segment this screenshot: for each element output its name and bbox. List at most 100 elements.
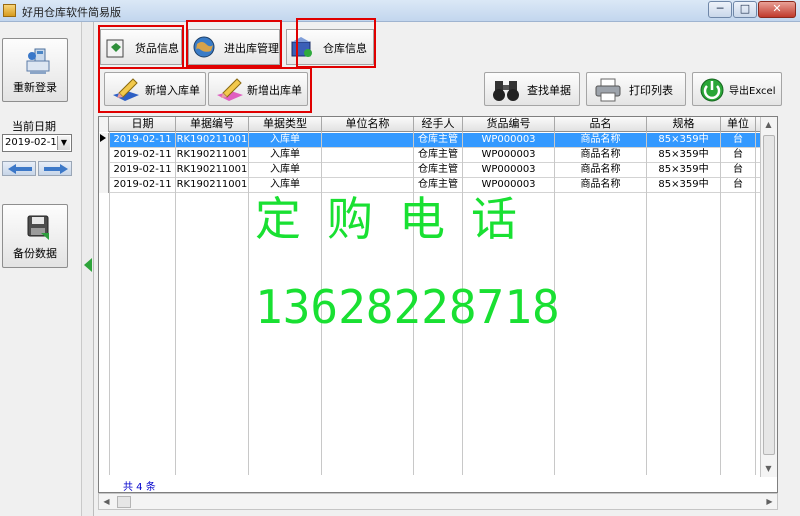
header-indicator: [99, 117, 109, 132]
col-company[interactable]: 单位名称: [322, 117, 414, 132]
cell-handler: 仓库主管: [414, 133, 463, 148]
row-indicator[interactable]: [99, 163, 109, 178]
warehouse-icon: [291, 37, 312, 57]
grid-line: [646, 132, 647, 475]
cell-product-name: 商品名称: [555, 178, 647, 193]
new-inbound-button[interactable]: 新增入库单: [104, 72, 206, 106]
row-indicator[interactable]: [99, 178, 109, 193]
col-doc-number[interactable]: 单据编号: [176, 117, 249, 132]
cell-doc-type: 入库单: [249, 133, 322, 148]
collapse-sidebar-splitter[interactable]: [82, 22, 94, 516]
export-excel-label: 导出Excel: [729, 86, 776, 97]
new-outbound-button[interactable]: 新增出库单: [208, 72, 308, 106]
relogin-icon: [26, 48, 50, 74]
cell-product-name: 商品名称: [555, 148, 647, 163]
arrow-left-icon: [8, 164, 32, 174]
cell-spec: 85×359中: [647, 148, 721, 163]
row-indicator[interactable]: [99, 133, 109, 148]
cell-product-name: 商品名称: [555, 163, 647, 178]
cell-company: [322, 163, 414, 178]
tab-inout-management[interactable]: 进出库管理: [188, 29, 280, 65]
find-document-button[interactable]: 查找单据: [484, 72, 580, 106]
grid-header: 日期 单据编号 单据类型 单位名称 经手人 货品编号 品名 规格 单位 单: [99, 117, 777, 132]
date-value: 2019-02-11: [5, 137, 64, 148]
arrow-right-icon: [44, 164, 68, 174]
cell-doc-type: 入库单: [249, 163, 322, 178]
col-unit[interactable]: 单位: [721, 117, 756, 132]
current-row-icon: [100, 134, 106, 142]
next-button[interactable]: [38, 161, 72, 176]
tab-warehouse-info[interactable]: 仓库信息: [286, 29, 374, 65]
maximize-button[interactable]: □: [733, 1, 757, 18]
col-date[interactable]: 日期: [110, 117, 176, 132]
cell-date: 2019-02-11: [110, 133, 176, 148]
cell-goods-code: WP000003: [463, 163, 555, 178]
col-handler[interactable]: 经手人: [414, 117, 463, 132]
cell-handler: 仓库主管: [414, 163, 463, 178]
tab-inout-management-label: 进出库管理: [224, 42, 279, 55]
col-goods-code[interactable]: 货品编号: [463, 117, 555, 132]
grid-line: [175, 132, 176, 475]
app-icon: [3, 4, 16, 17]
date-picker[interactable]: 2019-02-11 ▼: [2, 134, 72, 152]
minimize-button[interactable]: ─: [708, 1, 732, 18]
print-list-button[interactable]: 打印列表: [586, 72, 686, 106]
scroll-left-icon[interactable]: ◀: [99, 494, 114, 509]
col-product-name[interactable]: 品名: [555, 117, 647, 132]
row-indicator[interactable]: [99, 148, 109, 163]
export-green-icon: [700, 78, 724, 102]
cell-unit: 台: [721, 178, 756, 193]
scroll-down-icon[interactable]: ▼: [761, 461, 776, 476]
vertical-scrollbar[interactable]: ▲ ▼: [760, 117, 777, 477]
vertical-scroll-thumb[interactable]: [763, 135, 775, 455]
chevron-down-icon[interactable]: ▼: [57, 136, 70, 150]
previous-button[interactable]: [2, 161, 36, 176]
cell-product-name: 商品名称: [555, 133, 647, 148]
close-button[interactable]: ✕: [758, 1, 796, 18]
goods-info-icon: [106, 39, 124, 58]
cell-date: 2019-02-11: [110, 163, 176, 178]
horizontal-scroll-thumb[interactable]: [117, 496, 131, 508]
export-excel-button[interactable]: 导出Excel: [692, 72, 782, 106]
table-row[interactable]: 2019-02-11 RK190211001 入库单 仓库主管 WP000003 商品名称…: [99, 133, 777, 148]
tab-warehouse-info-label: 仓库信息: [323, 42, 367, 55]
cell-company: [322, 148, 414, 163]
pencil-blue-icon: [113, 78, 139, 101]
cell-spec: 85×359中: [647, 178, 721, 193]
print-list-label: 打印列表: [629, 84, 673, 97]
cell-date: 2019-02-11: [110, 148, 176, 163]
find-document-label: 查找单据: [527, 84, 571, 97]
col-spec[interactable]: 规格: [647, 117, 721, 132]
table-row[interactable]: 2019-02-11 RK190211001 入库单 仓库主管 WP000003 商品名称…: [99, 148, 777, 163]
record-count: 共 4 条: [123, 482, 156, 493]
table-row[interactable]: 2019-02-11 RK190211001 入库单 仓库主管 WP000003 商品名称…: [99, 163, 777, 178]
new-inbound-label: 新增入库单: [145, 84, 200, 97]
binoculars-icon: [493, 81, 519, 101]
globe-icon: [193, 36, 215, 58]
cell-doc-number: RK190211001: [176, 178, 249, 193]
printer-icon: [595, 78, 621, 102]
scroll-up-icon[interactable]: ▲: [761, 117, 776, 132]
horizontal-scrollbar[interactable]: ◀ ▶: [98, 493, 778, 510]
col-doc-type[interactable]: 单据类型: [249, 117, 322, 132]
backup-label: 备份数据: [13, 247, 57, 260]
grid-line: [720, 132, 721, 475]
cell-unit: 台: [721, 133, 756, 148]
grid-line: [109, 132, 110, 475]
phone-number-watermark: 13628228718: [255, 280, 560, 334]
cell-goods-code: WP000003: [463, 133, 555, 148]
scroll-right-icon[interactable]: ▶: [762, 494, 777, 509]
floppy-disk-icon: [27, 215, 49, 240]
cell-goods-code: WP000003: [463, 148, 555, 163]
pencil-pink-icon: [217, 78, 243, 101]
title-bar: 好用仓库软件简易版 ─ □ ✕: [0, 0, 800, 22]
window-title: 好用仓库软件简易版: [22, 6, 121, 19]
cell-unit: 台: [721, 163, 756, 178]
relogin-button[interactable]: 重新登录: [2, 38, 68, 102]
cell-doc-number: RK190211001: [176, 163, 249, 178]
current-date-label: 当前日期: [12, 120, 56, 133]
tab-goods-info[interactable]: 货品信息: [100, 29, 182, 65]
left-sidebar: 重新登录 当前日期 2019-02-11 ▼ 备份数据: [0, 22, 82, 516]
cell-company: [322, 133, 414, 148]
backup-button[interactable]: 备份数据: [2, 204, 68, 268]
